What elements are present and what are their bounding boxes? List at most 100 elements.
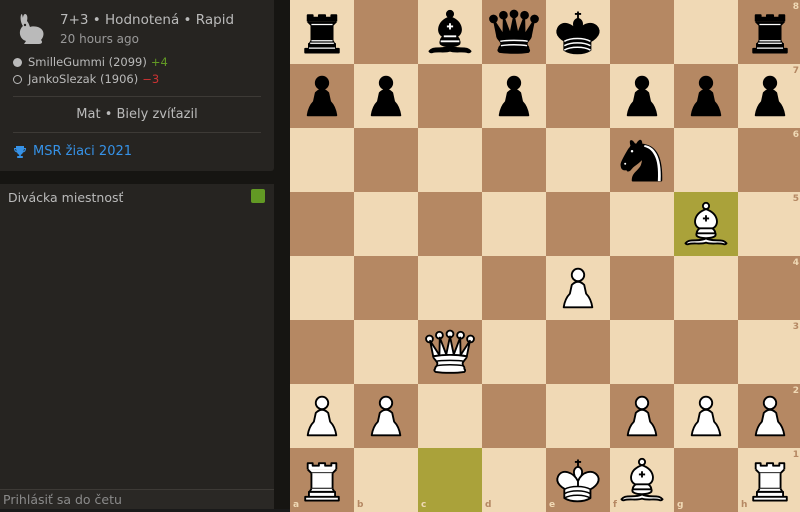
square-d8[interactable] xyxy=(482,0,546,64)
square-a1[interactable]: a xyxy=(290,448,354,512)
square-c2[interactable] xyxy=(418,384,482,448)
square-f1[interactable]: f xyxy=(610,448,674,512)
square-b6[interactable] xyxy=(354,128,418,192)
square-d6[interactable] xyxy=(482,128,546,192)
square-d7[interactable] xyxy=(482,64,546,128)
square-d5[interactable] xyxy=(482,192,546,256)
white-pawn-icon[interactable] xyxy=(614,388,670,444)
square-d1[interactable]: d xyxy=(482,448,546,512)
square-h1[interactable]: 1h xyxy=(738,448,800,512)
chat-panel: Divácka miestnosť xyxy=(0,184,274,509)
square-h5[interactable]: 5 xyxy=(738,192,800,256)
white-pawn-icon[interactable] xyxy=(358,388,414,444)
square-c8[interactable] xyxy=(418,0,482,64)
square-g6[interactable] xyxy=(674,128,738,192)
square-g7[interactable] xyxy=(674,64,738,128)
black-pawn-icon[interactable] xyxy=(614,68,670,124)
square-b8[interactable] xyxy=(354,0,418,64)
square-g8[interactable] xyxy=(674,0,738,64)
square-c6[interactable] xyxy=(418,128,482,192)
square-b1[interactable]: b xyxy=(354,448,418,512)
square-h7[interactable]: 7 xyxy=(738,64,800,128)
black-knight-icon[interactable] xyxy=(614,132,670,188)
square-b2[interactable] xyxy=(354,384,418,448)
square-a8[interactable] xyxy=(290,0,354,64)
square-f3[interactable] xyxy=(610,320,674,384)
square-a2[interactable] xyxy=(290,384,354,448)
player-black[interactable]: JankoSlezak (1906) −3 xyxy=(13,72,159,86)
square-c4[interactable] xyxy=(418,256,482,320)
square-h3[interactable]: 3 xyxy=(738,320,800,384)
square-f8[interactable] xyxy=(610,0,674,64)
square-d3[interactable] xyxy=(482,320,546,384)
square-f4[interactable] xyxy=(610,256,674,320)
player-white[interactable]: SmilleGummi (2099) +4 xyxy=(13,55,168,69)
white-bishop-icon[interactable] xyxy=(614,452,670,508)
square-g5[interactable] xyxy=(674,192,738,256)
square-g2[interactable] xyxy=(674,384,738,448)
square-h4[interactable]: 4 xyxy=(738,256,800,320)
square-a4[interactable] xyxy=(290,256,354,320)
square-b4[interactable] xyxy=(354,256,418,320)
chess-board[interactable]: 8 7 6 5 4 3 2 a b c d e f g 1 h xyxy=(290,0,800,512)
white-rook-icon[interactable] xyxy=(294,452,350,508)
black-queen-icon[interactable] xyxy=(486,4,542,60)
black-pawn-icon[interactable] xyxy=(486,68,542,124)
white-pawn-icon[interactable] xyxy=(294,388,350,444)
square-f2[interactable] xyxy=(610,384,674,448)
square-c3[interactable] xyxy=(418,320,482,384)
square-a7[interactable] xyxy=(290,64,354,128)
tournament-link[interactable]: MSR žiaci 2021 xyxy=(13,144,132,159)
black-rook-icon[interactable] xyxy=(294,4,350,60)
square-b3[interactable] xyxy=(354,320,418,384)
black-rook-icon[interactable] xyxy=(742,4,798,60)
square-a5[interactable] xyxy=(290,192,354,256)
square-e3[interactable] xyxy=(546,320,610,384)
square-c7[interactable] xyxy=(418,64,482,128)
player-white-name[interactable]: SmilleGummi (2099) xyxy=(28,55,147,69)
square-f6[interactable] xyxy=(610,128,674,192)
black-pawn-icon[interactable] xyxy=(742,68,798,124)
square-g3[interactable] xyxy=(674,320,738,384)
square-c1[interactable]: c xyxy=(418,448,482,512)
white-rook-icon[interactable] xyxy=(742,452,798,508)
square-a3[interactable] xyxy=(290,320,354,384)
square-b5[interactable] xyxy=(354,192,418,256)
tournament-name[interactable]: MSR žiaci 2021 xyxy=(33,144,132,159)
square-d2[interactable] xyxy=(482,384,546,448)
square-e1[interactable]: e xyxy=(546,448,610,512)
white-king-icon[interactable] xyxy=(550,452,606,508)
black-pawn-icon[interactable] xyxy=(678,68,734,124)
square-c5[interactable] xyxy=(418,192,482,256)
white-queen-icon[interactable] xyxy=(422,324,478,380)
square-f7[interactable] xyxy=(610,64,674,128)
square-a6[interactable] xyxy=(290,128,354,192)
square-h8[interactable]: 8 xyxy=(738,0,800,64)
black-pawn-icon[interactable] xyxy=(294,68,350,124)
white-pawn-icon[interactable] xyxy=(678,388,734,444)
square-g4[interactable] xyxy=(674,256,738,320)
square-h2[interactable]: 2 xyxy=(738,384,800,448)
player-black-name[interactable]: JankoSlezak (1906) xyxy=(28,72,138,86)
square-e8[interactable] xyxy=(546,0,610,64)
square-e6[interactable] xyxy=(546,128,610,192)
square-d4[interactable] xyxy=(482,256,546,320)
white-pawn-icon[interactable] xyxy=(550,260,606,316)
square-h6[interactable]: 6 xyxy=(738,128,800,192)
divider xyxy=(13,96,261,97)
square-e4[interactable] xyxy=(546,256,610,320)
rank-label: 4 xyxy=(792,258,799,268)
square-b7[interactable] xyxy=(354,64,418,128)
chat-input[interactable] xyxy=(0,489,274,509)
square-e5[interactable] xyxy=(546,192,610,256)
chat-toggle[interactable] xyxy=(251,189,265,203)
black-king-icon[interactable] xyxy=(550,4,606,60)
white-pawn-icon[interactable] xyxy=(742,388,798,444)
square-g1[interactable]: g xyxy=(674,448,738,512)
black-pawn-icon[interactable] xyxy=(358,68,414,124)
square-f5[interactable] xyxy=(610,192,674,256)
square-e7[interactable] xyxy=(546,64,610,128)
square-e2[interactable] xyxy=(546,384,610,448)
white-bishop-icon[interactable] xyxy=(678,196,734,252)
black-bishop-icon[interactable] xyxy=(422,4,478,60)
